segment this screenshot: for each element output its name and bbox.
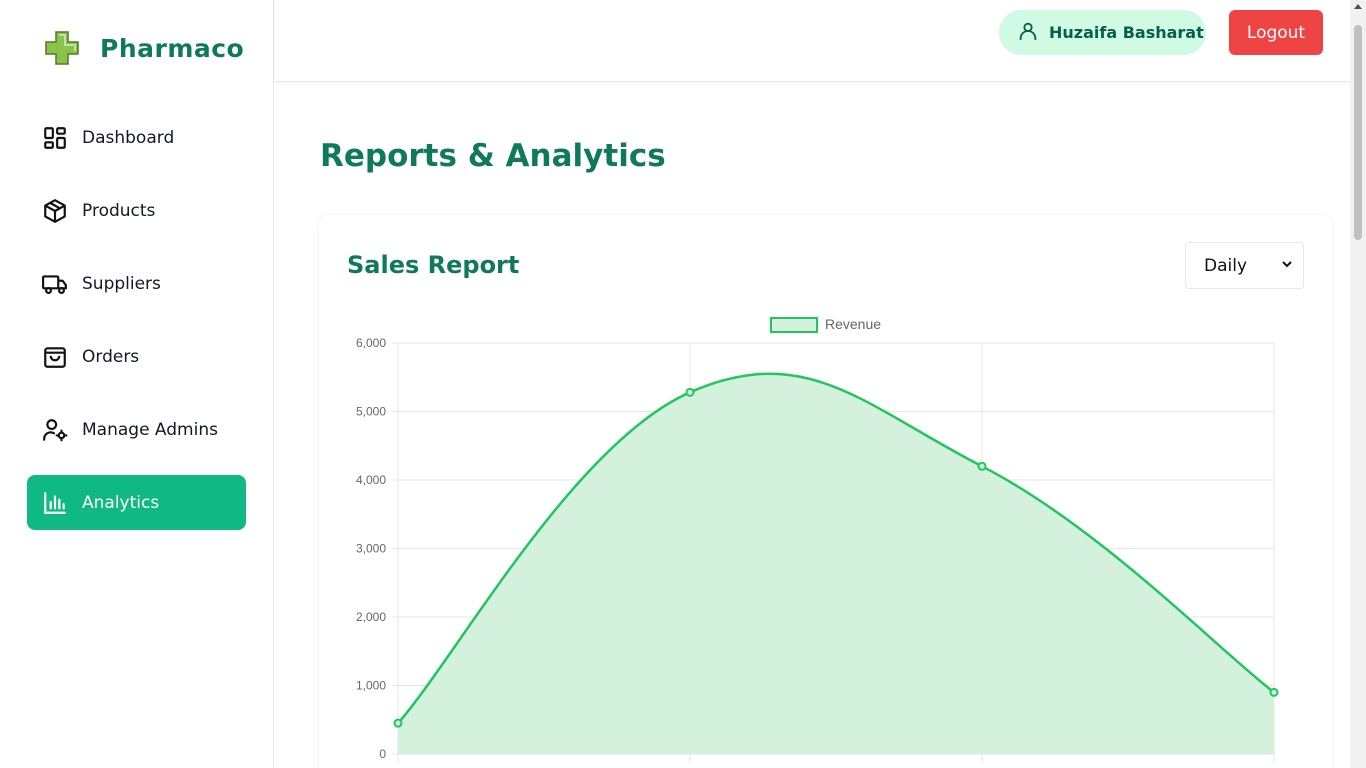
scroll-up-arrow-icon[interactable] bbox=[1354, 4, 1362, 9]
sidebar-item-analytics[interactable]: Analytics bbox=[27, 475, 246, 530]
user-icon bbox=[1017, 20, 1039, 46]
user-name: Huzaifa Basharat bbox=[1049, 23, 1204, 42]
dashboard-grid-icon bbox=[41, 124, 69, 152]
revenue-data-point bbox=[685, 387, 695, 397]
bar-chart-icon bbox=[41, 489, 69, 517]
revenue-chart: 6,000 5,000 4,000 3,000 2,000 1,000 0 Revenue bbox=[356, 316, 1279, 762]
box-icon bbox=[41, 197, 69, 225]
sidebar-nav: Dashboard Products Suppliers Orders Mana… bbox=[27, 110, 246, 548]
sidebar-item-products[interactable]: Products bbox=[27, 183, 246, 238]
sidebar-item-dashboard[interactable]: Dashboard bbox=[27, 110, 246, 165]
y-tick-label: 1,000 bbox=[356, 679, 386, 693]
sidebar-item-label: Orders bbox=[82, 346, 140, 367]
revenue-data-point bbox=[393, 718, 403, 728]
y-tick-label: 3,000 bbox=[356, 542, 386, 556]
user-cog-icon bbox=[41, 416, 69, 444]
revenue-data-point bbox=[1269, 687, 1279, 697]
sidebar-item-orders[interactable]: Orders bbox=[27, 329, 246, 384]
sidebar-item-label: Analytics bbox=[82, 492, 160, 513]
sidebar-item-manage-admins[interactable]: Manage Admins bbox=[27, 402, 246, 457]
sidebar-item-label: Suppliers bbox=[82, 273, 161, 294]
legend-swatch bbox=[770, 317, 818, 333]
user-profile-chip[interactable]: Huzaifa Basharat bbox=[999, 10, 1206, 55]
sales-report-card: Sales Report Daily 6,000 5,000 4,000 3,000 2… bbox=[319, 215, 1332, 768]
sidebar: Pharmaco Dashboard Products Suppliers Or… bbox=[0, 0, 274, 768]
sidebar-item-label: Manage Admins bbox=[82, 419, 218, 440]
shopping-bag-icon bbox=[41, 343, 69, 371]
scrollbar[interactable] bbox=[1350, 0, 1366, 768]
y-tick-label: 5,000 bbox=[356, 405, 386, 419]
y-tick-label: 0 bbox=[379, 747, 386, 761]
legend-label: Revenue bbox=[825, 316, 881, 332]
revenue-area-fill bbox=[398, 373, 1274, 754]
pharmacy-cross-logo bbox=[45, 31, 79, 65]
logout-button[interactable]: Logout bbox=[1229, 10, 1323, 55]
top-header: Huzaifa Basharat Logout bbox=[275, 0, 1350, 82]
revenue-data-point bbox=[977, 461, 987, 471]
y-tick-label: 6,000 bbox=[356, 336, 386, 350]
page-title: Reports & Analytics bbox=[320, 138, 666, 174]
sidebar-item-label: Dashboard bbox=[82, 127, 175, 148]
sidebar-item-suppliers[interactable]: Suppliers bbox=[27, 256, 246, 311]
brand-name: Pharmaco bbox=[100, 33, 245, 63]
sidebar-item-label: Products bbox=[82, 200, 156, 221]
y-tick-label: 4,000 bbox=[356, 473, 386, 487]
brand[interactable]: Pharmaco bbox=[42, 28, 244, 68]
y-tick-label: 2,000 bbox=[356, 610, 386, 624]
scrollbar-thumb[interactable] bbox=[1354, 25, 1362, 240]
truck-icon bbox=[41, 270, 69, 298]
